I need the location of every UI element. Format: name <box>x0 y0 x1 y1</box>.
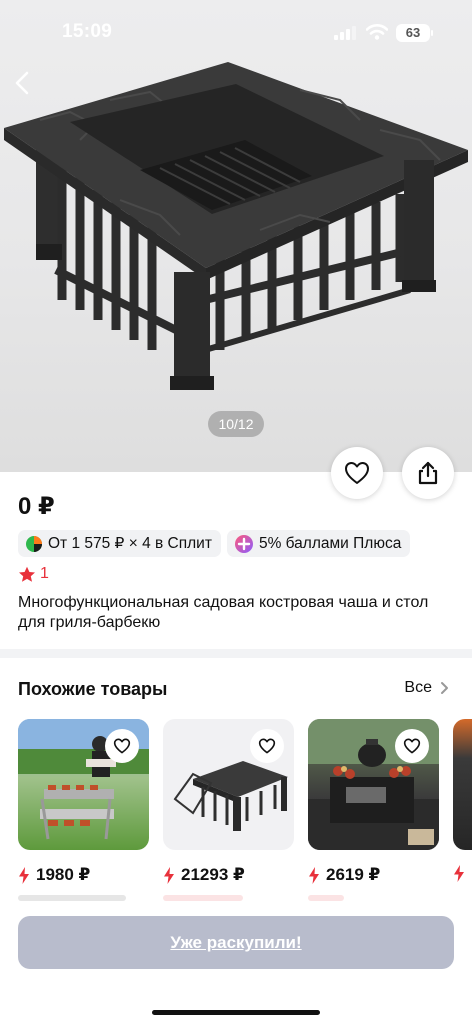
battery-tip-icon <box>431 30 433 36</box>
plus-chip[interactable]: 5% баллами Плюса <box>226 530 411 557</box>
heart-icon <box>345 462 369 484</box>
sold-out-button[interactable]: Уже раскупили! <box>18 916 454 969</box>
similar-products-carousel[interactable]: 1980 ₽ 21293 ₽ 2619 ₽ <box>18 719 472 909</box>
card-favorite-button[interactable] <box>250 729 284 763</box>
status-bar: 15:09 63 <box>0 18 472 46</box>
card-favorite-button[interactable] <box>395 729 429 763</box>
card-rating-stub <box>18 895 126 901</box>
split-chip[interactable]: От 1 575 ₽ × 4 в Сплит <box>18 530 221 557</box>
card-price-row <box>453 865 472 882</box>
split-logo-icon <box>25 535 43 553</box>
card-badge-stub <box>163 895 243 901</box>
lightning-icon <box>164 866 174 884</box>
share-button[interactable] <box>402 447 454 499</box>
similar-product-image <box>453 719 472 850</box>
card-price-row: 1980 ₽ <box>18 865 149 885</box>
product-price: 0 ₽ <box>18 493 55 520</box>
similar-product-card[interactable] <box>453 719 472 882</box>
status-time: 15:09 <box>62 21 113 42</box>
card-price-row: 21293 ₽ <box>163 865 294 885</box>
heart-icon <box>403 738 421 754</box>
similar-all-label: Все <box>404 679 432 696</box>
product-photo <box>4 62 468 390</box>
lightning-icon <box>454 865 464 882</box>
wifi-icon <box>366 24 388 40</box>
lightning-icon <box>19 866 29 884</box>
card-favorite-button[interactable] <box>105 729 139 763</box>
similar-product-card[interactable]: 2619 ₽ <box>308 719 439 901</box>
back-button[interactable] <box>8 66 38 100</box>
product-rating[interactable]: 1 <box>18 565 49 583</box>
product-gallery[interactable]: 15:09 63 10/12 <box>0 0 472 472</box>
heart-icon <box>113 738 131 754</box>
plus-chip-label: 5% баллами Плюса <box>258 534 402 552</box>
split-chip-label: От 1 575 ₽ × 4 в Сплит <box>48 535 212 552</box>
payment-chips: От 1 575 ₽ × 4 в Сплит 5% баллами Плюса <box>18 530 411 557</box>
section-divider <box>0 649 472 658</box>
star-icon <box>19 566 35 582</box>
chevron-right-icon <box>441 682 448 694</box>
plus-logo-icon <box>234 534 254 554</box>
chevron-left-icon <box>15 71 29 95</box>
product-title: Многофункциональная садовая костровая ча… <box>18 594 429 631</box>
heart-icon <box>258 738 276 754</box>
lightning-icon <box>309 866 319 884</box>
similar-heading: Похожие товары <box>18 679 168 699</box>
gallery-counter: 10/12 <box>208 411 264 437</box>
similar-product-card[interactable]: 1980 ₽ <box>18 719 149 901</box>
similar-product-image <box>18 719 149 850</box>
home-indicator[interactable] <box>152 1010 320 1015</box>
share-icon <box>418 461 438 485</box>
card-price: 2619 ₽ <box>326 865 381 884</box>
rating-value: 1 <box>40 565 49 582</box>
card-badge-stub <box>308 895 344 901</box>
card-price: 1980 ₽ <box>36 865 91 884</box>
card-price: 21293 ₽ <box>181 865 245 884</box>
card-price-row: 2619 ₽ <box>308 865 439 885</box>
similar-product-image <box>163 719 294 850</box>
battery-indicator: 63 <box>396 24 430 42</box>
similar-all-link[interactable]: Все <box>404 679 450 697</box>
cellular-signal-icon <box>334 26 356 40</box>
favorite-button[interactable] <box>331 447 383 499</box>
similar-product-card[interactable]: 21293 ₽ <box>163 719 294 901</box>
similar-product-image <box>308 719 439 850</box>
